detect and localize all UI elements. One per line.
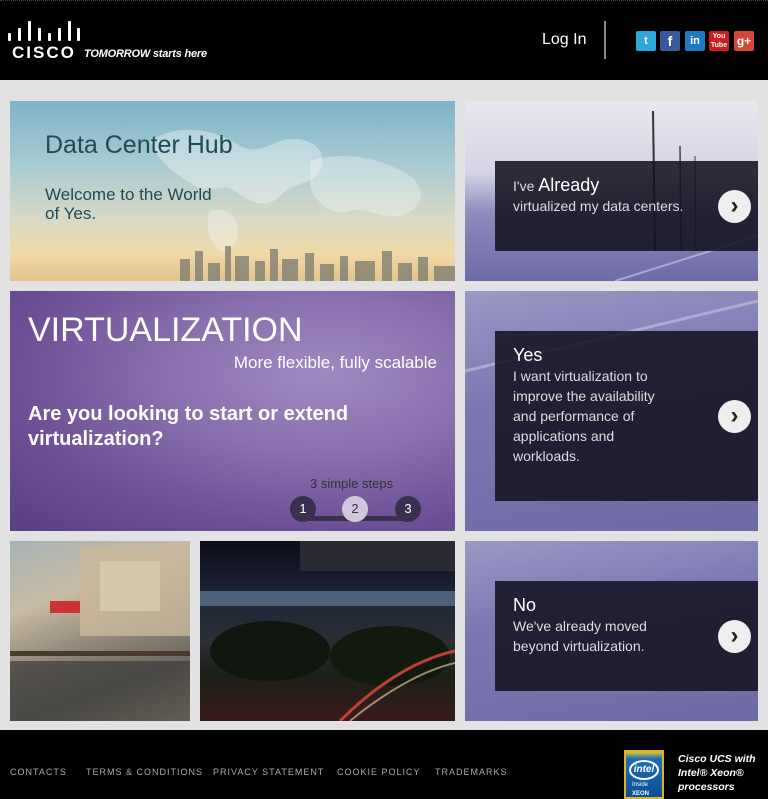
footer-link-trademarks[interactable]: TRADEMARKS xyxy=(435,767,508,777)
step-1-button[interactable]: 1 xyxy=(290,496,316,522)
already-body: virtualized my data centers. xyxy=(513,198,684,214)
intel-xeon-text: XEON xyxy=(632,791,650,797)
chevron-right-icon[interactable]: › xyxy=(718,190,751,223)
city-image xyxy=(10,546,190,721)
no-heading: No xyxy=(513,595,537,615)
night-image xyxy=(200,541,455,721)
virtualization-tagline: More flexible, fully scalable xyxy=(233,353,437,372)
no-panel: No We've already moved beyond virtualiza… xyxy=(495,581,758,691)
site-header: CISCO TOMORROW starts here Log In t f in… xyxy=(0,0,768,80)
yes-text: Yes I want virtualization to improve the… xyxy=(513,345,673,466)
virtualization-banner: VIRTUALIZATION More flexible, fully scal… xyxy=(10,291,455,531)
hub-title: Data Center Hub xyxy=(45,131,233,159)
intel-inside-text: Inside xyxy=(632,782,649,788)
yes-card[interactable]: Yes I want virtualization to improve the… xyxy=(465,291,758,531)
footer-link-privacy[interactable]: PRIVACY STATEMENT xyxy=(213,767,324,777)
no-text: No We've already moved beyond virtualiza… xyxy=(513,595,673,656)
footer-link-contacts[interactable]: CONTACTS xyxy=(10,767,67,777)
chevron-right-icon[interactable]: › xyxy=(718,400,751,433)
yes-heading: Yes xyxy=(513,345,543,365)
step-2-button[interactable]: 2 xyxy=(342,496,368,522)
already-text: I've Already virtualized my data centers… xyxy=(513,175,693,216)
cisco-bars-icon xyxy=(8,21,80,41)
no-card[interactable]: No We've already moved beyond virtualiza… xyxy=(465,541,758,721)
chevron-right-icon[interactable]: › xyxy=(718,620,751,653)
footer-link-cookie[interactable]: COOKIE POLICY xyxy=(337,767,421,777)
cisco-wordmark: CISCO xyxy=(12,43,76,62)
ucs-promo-text: Cisco UCS with Intel® Xeon® processors xyxy=(678,753,756,793)
twitter-icon[interactable]: t xyxy=(636,31,656,51)
tagline: TOMORROW starts here xyxy=(84,48,207,60)
youtube-icon[interactable]: You Tube xyxy=(709,31,729,51)
already-panel: I've Already virtualized my data centers… xyxy=(495,161,758,251)
already-heading: Already xyxy=(538,175,600,195)
site-footer: CONTACTS TERMS & CONDITIONS PRIVACY STAT… xyxy=(0,730,768,799)
already-prefix: I've xyxy=(513,178,539,194)
linkedin-icon[interactable]: in xyxy=(685,31,705,51)
googleplus-icon[interactable]: g+ xyxy=(734,31,754,51)
step-3-button[interactable]: 3 xyxy=(395,496,421,522)
virtualization-heading: VIRTUALIZATION xyxy=(28,311,303,349)
intel-xeon-badge: intel Inside XEON xyxy=(624,750,664,799)
cisco-logo[interactable]: CISCO xyxy=(8,21,80,65)
yes-body: I want virtualization to improve the ava… xyxy=(513,368,655,464)
city-photo xyxy=(10,541,190,721)
login-link[interactable]: Log In xyxy=(542,31,586,49)
hub-banner: Data Center Hub Welcome to the World of … xyxy=(10,101,455,281)
already-card[interactable]: I've Already virtualized my data centers… xyxy=(465,101,758,281)
night-photo xyxy=(200,541,455,721)
header-divider xyxy=(604,21,606,59)
no-body: We've already moved beyond virtualizatio… xyxy=(513,618,647,654)
virtualization-question: Are you looking to start or extend virtu… xyxy=(28,403,349,450)
hub-subtitle: Welcome to the World of Yes. xyxy=(45,185,212,223)
footer-link-terms[interactable]: TERMS & CONDITIONS xyxy=(86,767,203,777)
intel-logo: intel xyxy=(629,760,659,780)
yes-panel: Yes I want virtualization to improve the… xyxy=(495,331,758,501)
facebook-icon[interactable]: f xyxy=(660,31,680,51)
main-content: Data Center Hub Welcome to the World of … xyxy=(0,80,768,730)
steps-label: 3 simple steps xyxy=(310,476,394,491)
